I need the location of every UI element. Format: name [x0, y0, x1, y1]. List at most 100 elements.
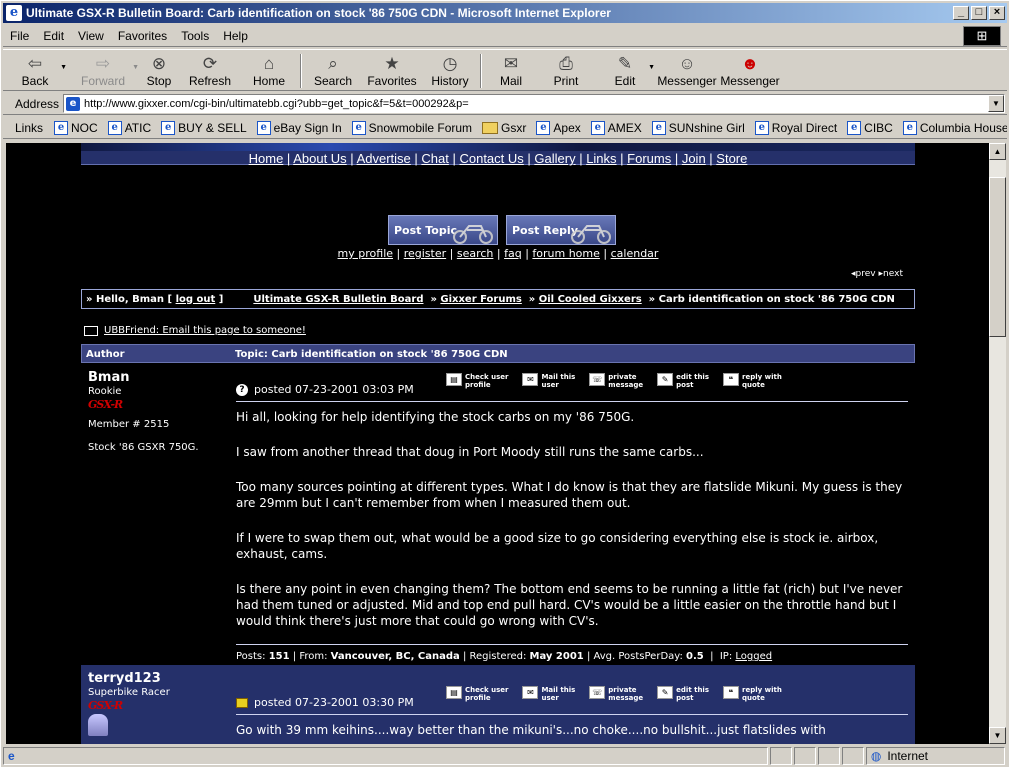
vertical-scrollbar[interactable]: ▲ ▼: [989, 143, 1006, 744]
private-message-button[interactable]: ☏ private message: [589, 686, 643, 702]
register-link[interactable]: register: [404, 247, 446, 260]
address-url[interactable]: http://www.gixxer.com/cgi-bin/ultimatebb…: [84, 98, 469, 110]
edit-icon: ✎: [617, 54, 633, 73]
link-sunshine[interactable]: e SUNshine Girl: [647, 120, 750, 135]
edit-button[interactable]: ✎ Edit ▼: [595, 50, 655, 90]
mail-user-button[interactable]: ✉ Mail this user: [522, 373, 575, 389]
subforum-link[interactable]: Oil Cooled Gixxers: [539, 294, 642, 305]
forward-button[interactable]: ⇨ Forward ▼: [67, 50, 139, 90]
menu-file[interactable]: File: [3, 29, 36, 43]
menu-favorites[interactable]: Favorites: [111, 29, 174, 43]
link-label: NOC: [71, 120, 98, 135]
menu-view[interactable]: View: [71, 29, 111, 43]
link-label: Royal Direct: [771, 120, 838, 135]
post-topic-button[interactable]: Post Topic: [388, 215, 498, 245]
back-arrow-icon: ⇦: [27, 54, 43, 73]
print-label: Print: [553, 74, 579, 88]
action-label: private: [608, 373, 637, 381]
post-footer: Posts: 151 | From: Vancouver, BC, Canada…: [236, 644, 908, 662]
stop-icon: ⊗: [151, 54, 167, 73]
link-amex[interactable]: e AMEX: [586, 120, 647, 135]
nav-join[interactable]: Join: [682, 151, 706, 166]
my-profile-link[interactable]: my profile: [338, 247, 393, 260]
edit-post-button[interactable]: ✎ edit this post: [657, 373, 709, 389]
nav-about[interactable]: About Us: [293, 151, 346, 166]
post-topic-label: Post Topic: [394, 223, 458, 237]
messenger-button-1[interactable]: ☺ Messenger: [655, 50, 719, 90]
search-label: Search: [313, 74, 353, 88]
scroll-down-icon[interactable]: ▼: [989, 727, 1006, 744]
forward-dropdown-icon[interactable]: ▼: [132, 64, 139, 71]
ip-link[interactable]: Logged: [735, 651, 772, 662]
username[interactable]: terryd123: [88, 671, 222, 686]
reply-quote-button[interactable]: ❝ reply with quote: [723, 686, 782, 702]
post-actions: ▤ Check user profile ✉ Mail this user ☏ priva…: [446, 686, 796, 702]
address-dropdown-icon[interactable]: ▼: [988, 95, 1004, 112]
history-button[interactable]: ◷ History: [423, 50, 477, 90]
print-button[interactable]: ⎙ Print: [537, 50, 595, 90]
link-snowmobile[interactable]: e Snowmobile Forum: [347, 120, 477, 135]
registered-label: Registered:: [469, 651, 527, 662]
logout-link[interactable]: log out: [176, 294, 216, 305]
status-pane: [817, 747, 840, 765]
email-page-link[interactable]: UBBFriend: Email this page to someone!: [104, 325, 306, 336]
forum-home-link[interactable]: forum home: [532, 247, 600, 260]
post-reply-button[interactable]: Post Reply: [506, 215, 616, 245]
nav-chat[interactable]: Chat: [421, 151, 448, 166]
nav-gallery[interactable]: Gallery: [534, 151, 575, 166]
link-royal-direct[interactable]: e Royal Direct: [750, 120, 842, 135]
next-link[interactable]: ▸next: [879, 269, 903, 279]
nav-links[interactable]: Links: [586, 151, 616, 166]
favorites-button[interactable]: ★ Favorites: [361, 50, 423, 90]
prev-link[interactable]: ◂prev: [851, 269, 876, 279]
reply-quote-button[interactable]: ❝ reply with quote: [723, 373, 782, 389]
board-link[interactable]: Ultimate GSX-R Bulletin Board: [253, 294, 423, 305]
maximize-button[interactable]: □: [971, 6, 987, 20]
forum-link[interactable]: Gixxer Forums: [440, 294, 521, 305]
search-link[interactable]: search: [457, 247, 494, 260]
close-button[interactable]: ×: [989, 6, 1005, 20]
scroll-thumb[interactable]: [989, 177, 1006, 337]
menu-tools[interactable]: Tools: [174, 29, 216, 43]
menu-help[interactable]: Help: [216, 29, 255, 43]
username[interactable]: Bman: [88, 370, 222, 385]
check-profile-button[interactable]: ▤ Check user profile: [446, 373, 508, 389]
link-noc[interactable]: e NOC: [49, 120, 103, 135]
nav-store[interactable]: Store: [716, 151, 747, 166]
back-label: Back: [21, 74, 49, 88]
folder-icon: [482, 121, 499, 134]
search-button[interactable]: ⌕ Search: [305, 50, 361, 90]
private-message-button[interactable]: ☏ private message: [589, 373, 643, 389]
mail-button[interactable]: ✉ Mail: [485, 50, 537, 90]
edit-post-button[interactable]: ✎ edit this post: [657, 686, 709, 702]
address-input[interactable]: e http://www.gixxer.com/cgi-bin/ultimate…: [63, 94, 1005, 113]
mail-user-button[interactable]: ✉ Mail this user: [522, 686, 575, 702]
back-button[interactable]: ⇦ Back ▼: [3, 50, 67, 90]
minimize-button[interactable]: _: [953, 6, 969, 20]
action-label: Check user: [465, 686, 509, 694]
nav-forums[interactable]: Forums: [627, 151, 671, 166]
back-dropdown-icon[interactable]: ▼: [60, 64, 67, 71]
link-atic[interactable]: e ATIC: [103, 120, 156, 135]
messenger-button-2[interactable]: ☻ Messenger: [719, 50, 781, 90]
nav-advertise[interactable]: Advertise: [357, 151, 411, 166]
check-profile-button[interactable]: ▤ Check user profile: [446, 686, 508, 702]
faq-link[interactable]: faq: [504, 247, 522, 260]
home-button[interactable]: ⌂ Home: [241, 50, 297, 90]
link-apex[interactable]: e Apex: [531, 120, 585, 135]
refresh-icon: ⟳: [202, 54, 218, 73]
nav-contact[interactable]: Contact Us: [459, 151, 523, 166]
link-cibc[interactable]: e CIBC: [842, 120, 898, 135]
stop-button[interactable]: ⊗ Stop: [139, 50, 179, 90]
refresh-button[interactable]: ⟳ Refresh: [179, 50, 241, 90]
menu-edit[interactable]: Edit: [36, 29, 71, 43]
link-columbia[interactable]: e Columbia House: [898, 120, 1007, 135]
link-gsxr[interactable]: Gsxr: [477, 121, 531, 135]
scroll-up-icon[interactable]: ▲: [989, 143, 1006, 160]
nav-home[interactable]: Home: [249, 151, 284, 166]
link-label: CIBC: [864, 120, 893, 135]
link-buy-sell[interactable]: e BUY & SELL: [156, 120, 251, 135]
calendar-link[interactable]: calendar: [611, 247, 659, 260]
edit-dropdown-icon[interactable]: ▼: [648, 64, 655, 71]
link-ebay[interactable]: e eBay Sign In: [252, 120, 347, 135]
